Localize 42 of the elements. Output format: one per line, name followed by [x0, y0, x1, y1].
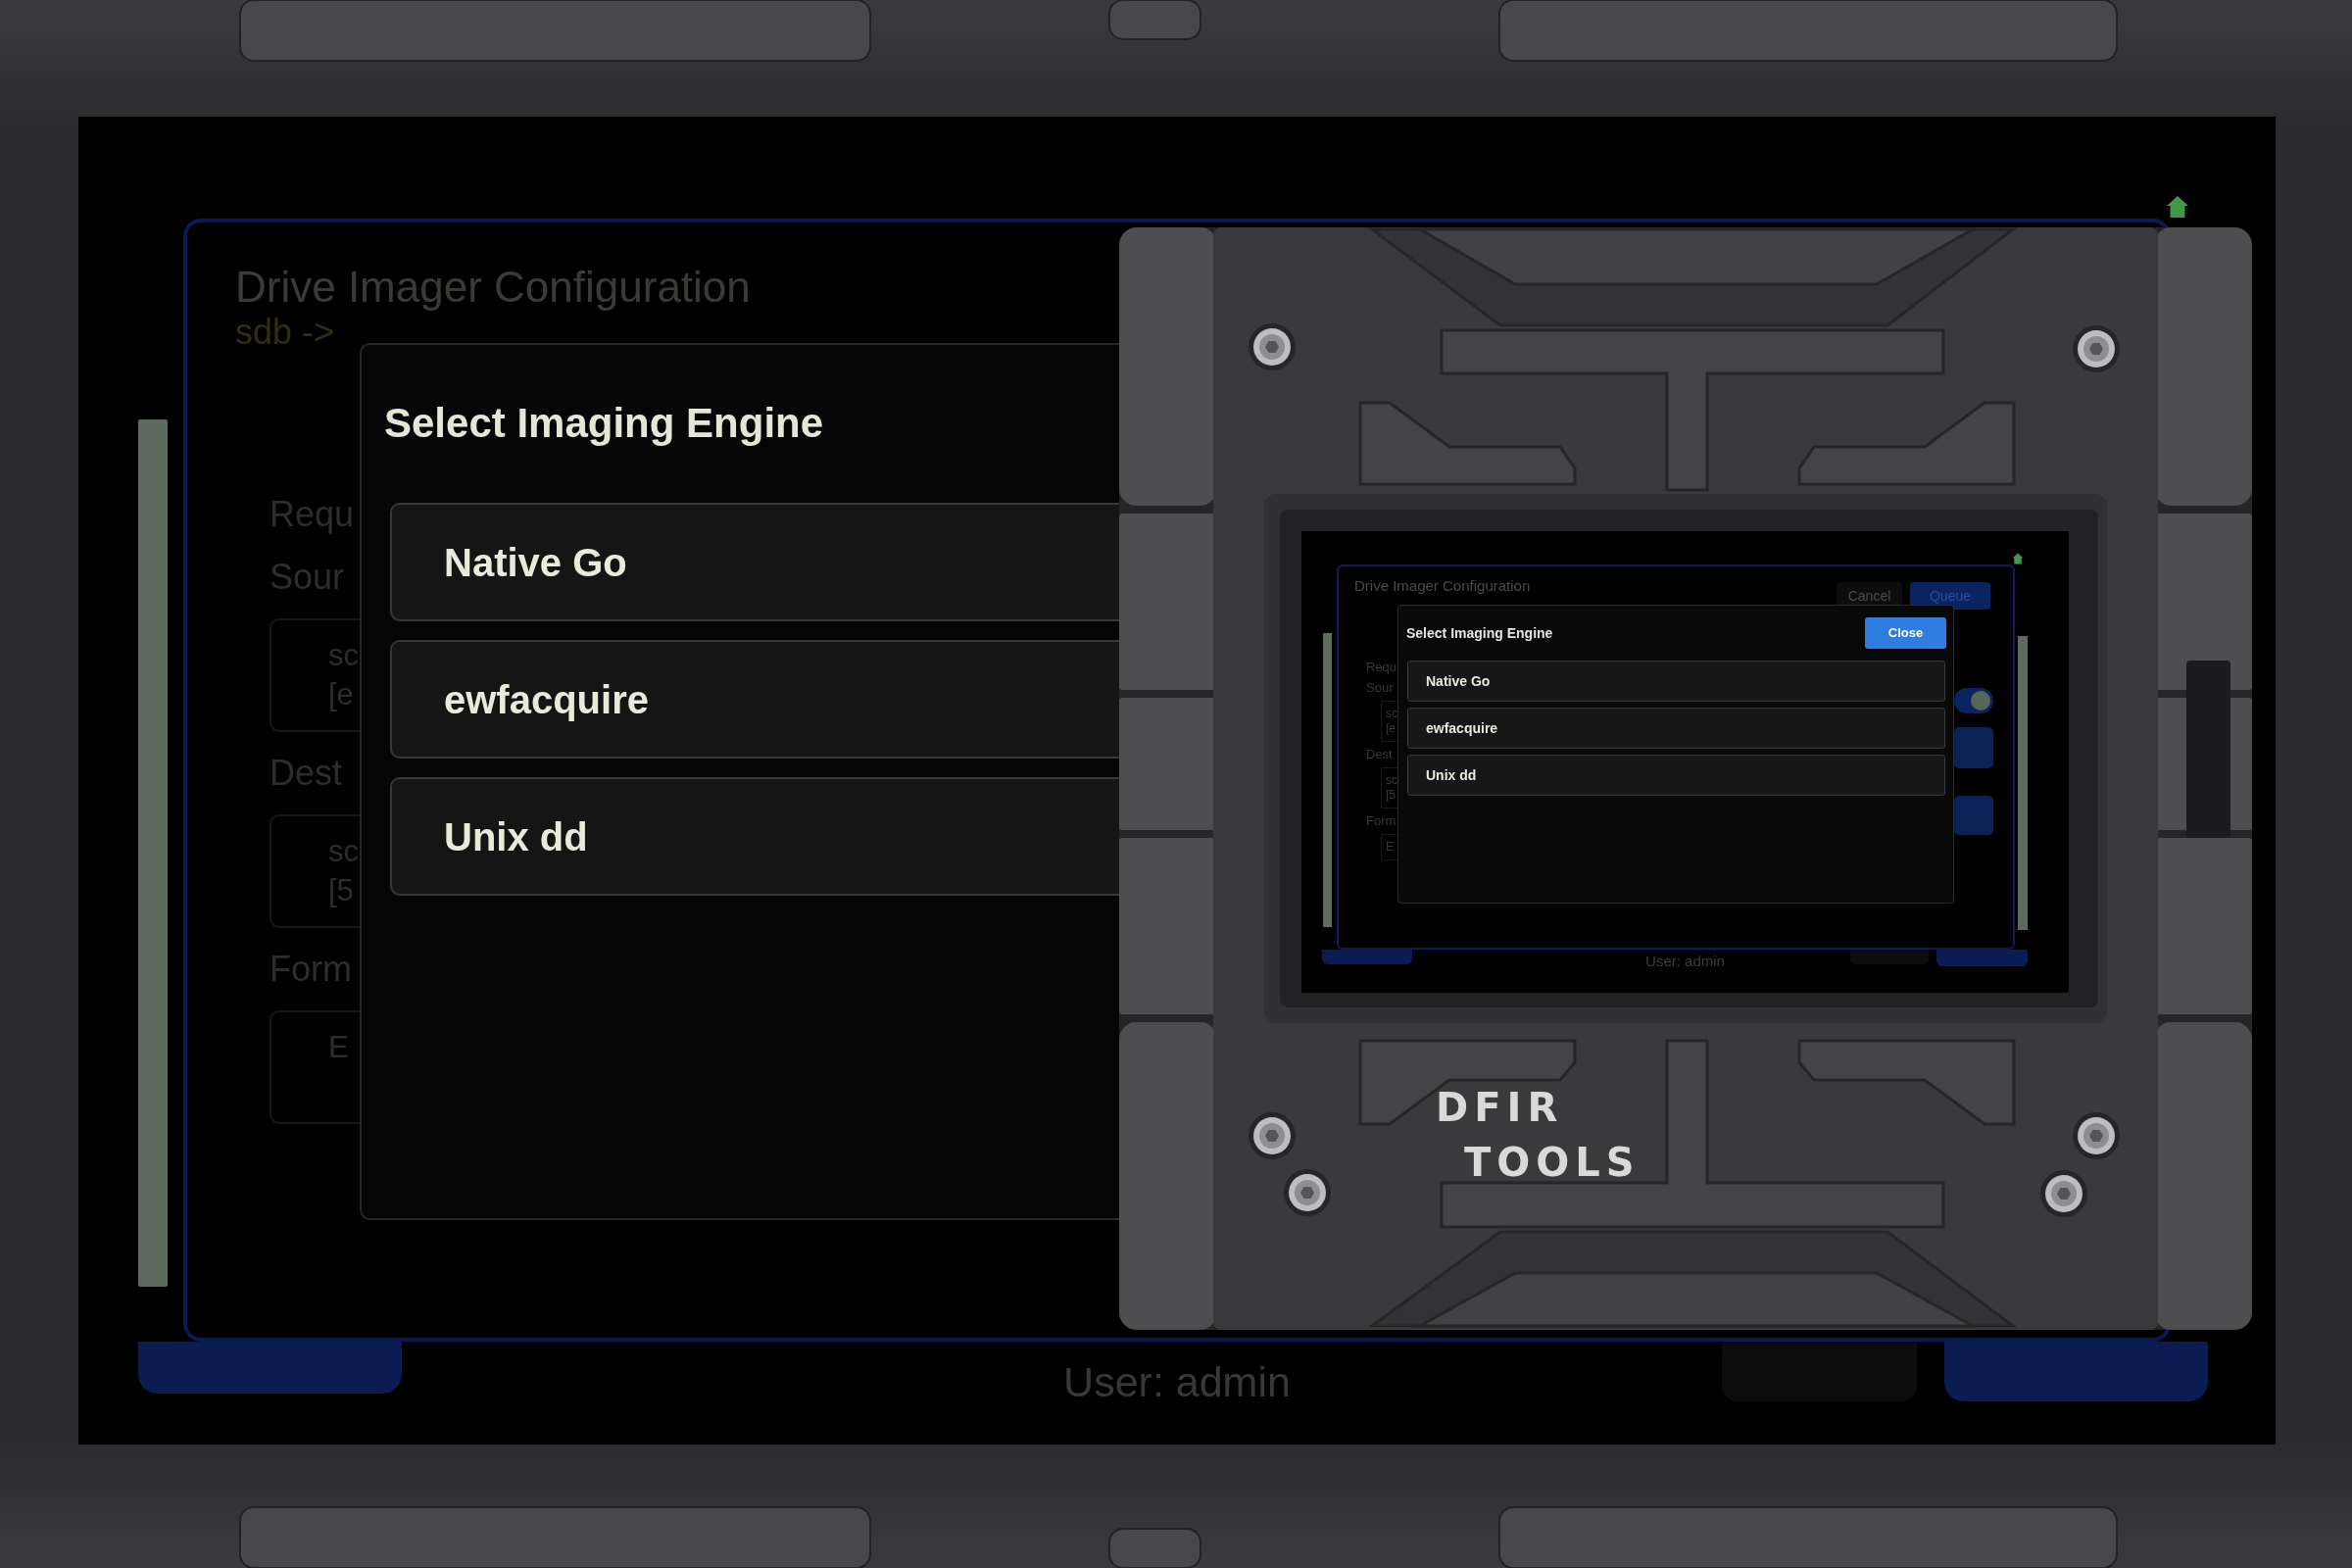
queue-button[interactable]: Queue: [1910, 582, 1990, 610]
screw-icon: [1249, 1112, 1296, 1159]
engine-option[interactable]: Native Go: [1407, 661, 1945, 702]
footer-button[interactable]: [1850, 950, 1929, 964]
footer-button[interactable]: [1322, 950, 1412, 964]
form-label: Requ: [1366, 660, 1397, 675]
logo-text: TOOLS: [1464, 1143, 1641, 1182]
footer-button[interactable]: [1944, 1342, 2208, 1401]
engine-option[interactable]: Unix dd: [390, 777, 1119, 896]
screw-icon: [1284, 1169, 1331, 1216]
field-text: sc: [1386, 707, 1397, 721]
user-label: User: admin: [1063, 1357, 1291, 1407]
engine-option[interactable]: Unix dd: [1407, 755, 1945, 796]
toggle-switch[interactable]: [1954, 688, 1993, 713]
user-label: User: admin: [1645, 953, 1725, 970]
engine-option[interactable]: ewfacquire: [390, 640, 1119, 759]
form-button[interactable]: [1954, 796, 1993, 835]
screw-icon: [2040, 1170, 2087, 1217]
screw-icon: [1249, 323, 1296, 370]
engine-option[interactable]: Native Go: [390, 503, 1119, 621]
footer-button[interactable]: [1722, 1342, 1917, 1401]
screw-icon: [2073, 325, 2120, 372]
footer-button[interactable]: [138, 1342, 402, 1394]
dialog-title: Select Imaging Engine: [384, 399, 824, 448]
form-label: Sour: [1366, 680, 1394, 696]
engine-option[interactable]: ewfacquire: [1407, 708, 1945, 749]
form-label: Form: [1366, 813, 1396, 829]
field-text: [5: [1386, 788, 1396, 803]
field-text: E: [1386, 840, 1394, 855]
footer-button[interactable]: [1936, 950, 2028, 966]
screw-icon: [2073, 1112, 2120, 1159]
form-label: Dest: [1366, 747, 1393, 762]
logo-text: DFIR: [1436, 1088, 1564, 1127]
field-text: sc: [1386, 773, 1397, 788]
card-title: Drive Imager Configuration: [235, 262, 751, 313]
field-text: [e: [1386, 721, 1396, 736]
close-button[interactable]: Close: [1865, 617, 1946, 649]
dialog-title: Select Imaging Engine: [1406, 623, 1553, 643]
card-title: Drive Imager Configuration: [1354, 577, 1531, 595]
house-icon: [2166, 195, 2189, 219]
house-icon: [2012, 553, 2024, 564]
form-button[interactable]: [1954, 727, 1993, 768]
